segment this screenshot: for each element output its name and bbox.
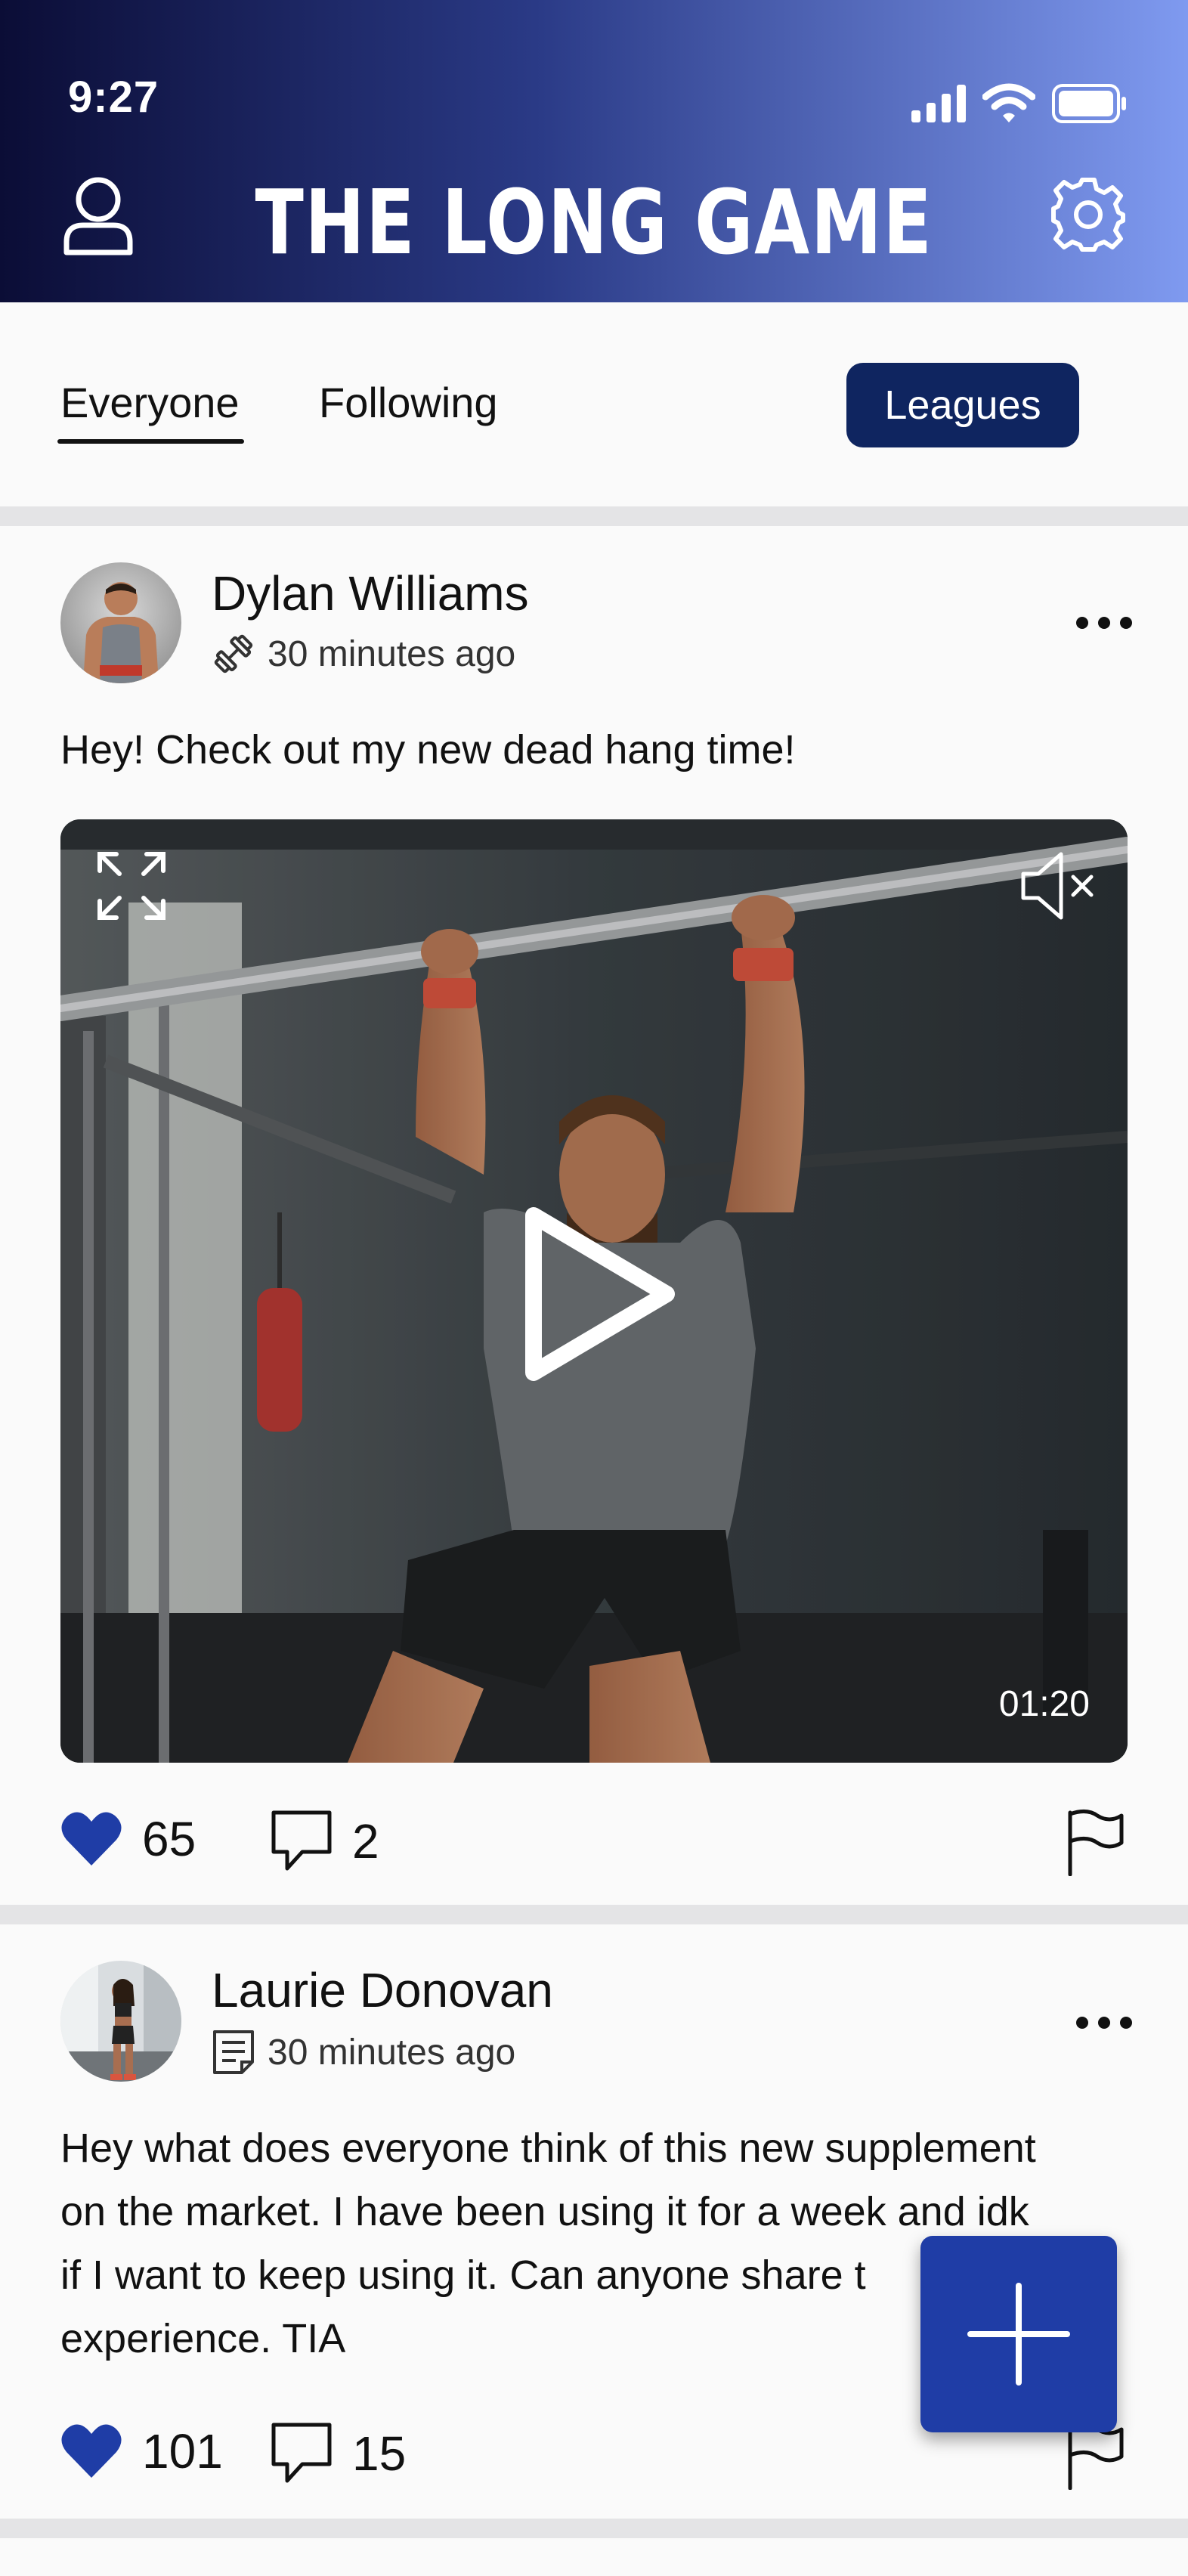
like-button[interactable]: 65: [60, 1811, 196, 1867]
status-time: 9:27: [68, 73, 159, 122]
comment-button[interactable]: 2: [271, 1810, 379, 1873]
post-text-line: on the market. I have been using it for …: [60, 2189, 1029, 2234]
more-dots-icon: [1076, 617, 1132, 629]
post-text: Hey! Check out my new dead hang time!: [60, 727, 796, 772]
divider: [0, 506, 1188, 526]
wifi-icon: [982, 83, 1035, 122]
post-time: 30 minutes ago: [268, 2032, 516, 2073]
tab-everyone[interactable]: Everyone: [57, 378, 244, 444]
comment-count: 15: [352, 2426, 407, 2481]
more-options-button[interactable]: [1070, 2008, 1138, 2038]
settings-button[interactable]: [1049, 175, 1128, 254]
post-card: [0, 2538, 1188, 2576]
avatar[interactable]: [60, 1961, 181, 2082]
post-text-line: Hey what does everyone think of this new…: [60, 2126, 1036, 2171]
flag-icon: [1068, 1810, 1124, 1877]
create-post-button[interactable]: [920, 2236, 1117, 2432]
more-dots-icon: [1076, 2017, 1132, 2029]
leagues-button[interactable]: Leagues: [846, 363, 1079, 447]
report-button[interactable]: [1064, 1808, 1125, 1877]
heart-filled-icon: [61, 2424, 122, 2478]
video-player[interactable]: 01:20: [60, 819, 1128, 1763]
status-icons: [911, 83, 1128, 124]
more-options-button[interactable]: [1070, 608, 1138, 638]
signal-icon: [911, 85, 966, 122]
app-header: 9:27 THE LONG GAME: [0, 0, 1188, 302]
post-meta: 30 minutes ago: [212, 2029, 515, 2076]
heart-filled-icon: [61, 1812, 122, 1865]
divider: [0, 2519, 1188, 2538]
post-time: 30 minutes ago: [268, 633, 516, 674]
note-icon: [213, 2030, 254, 2074]
tab-following[interactable]: Following: [319, 378, 498, 427]
comment-icon: [271, 2423, 332, 2483]
plus-icon: [967, 2283, 1070, 2386]
avatar[interactable]: [60, 562, 181, 683]
play-icon[interactable]: [508, 1196, 689, 1392]
battery-icon: [1052, 84, 1126, 123]
divider: [0, 1905, 1188, 1924]
comment-icon: [271, 1810, 332, 1871]
mute-icon[interactable]: [1019, 848, 1097, 924]
app-title: THE LONG GAME: [255, 170, 933, 274]
comment-button[interactable]: 15: [271, 2422, 406, 2485]
video-duration: 01:20: [998, 1684, 1090, 1724]
feed-tabs: Everyone Following Leagues: [0, 302, 1188, 506]
comment-count: 2: [352, 1814, 379, 1869]
gear-icon: [1051, 178, 1125, 252]
fullscreen-icon[interactable]: [94, 848, 169, 924]
post-author[interactable]: Laurie Donovan: [212, 1962, 553, 2018]
post-author[interactable]: Dylan Williams: [212, 565, 529, 621]
like-button[interactable]: 101: [60, 2423, 223, 2479]
like-count: 101: [142, 2424, 223, 2478]
post-meta: 30 minutes ago: [212, 632, 515, 676]
dumbbell-icon: [214, 634, 253, 673]
like-count: 65: [142, 1812, 196, 1866]
